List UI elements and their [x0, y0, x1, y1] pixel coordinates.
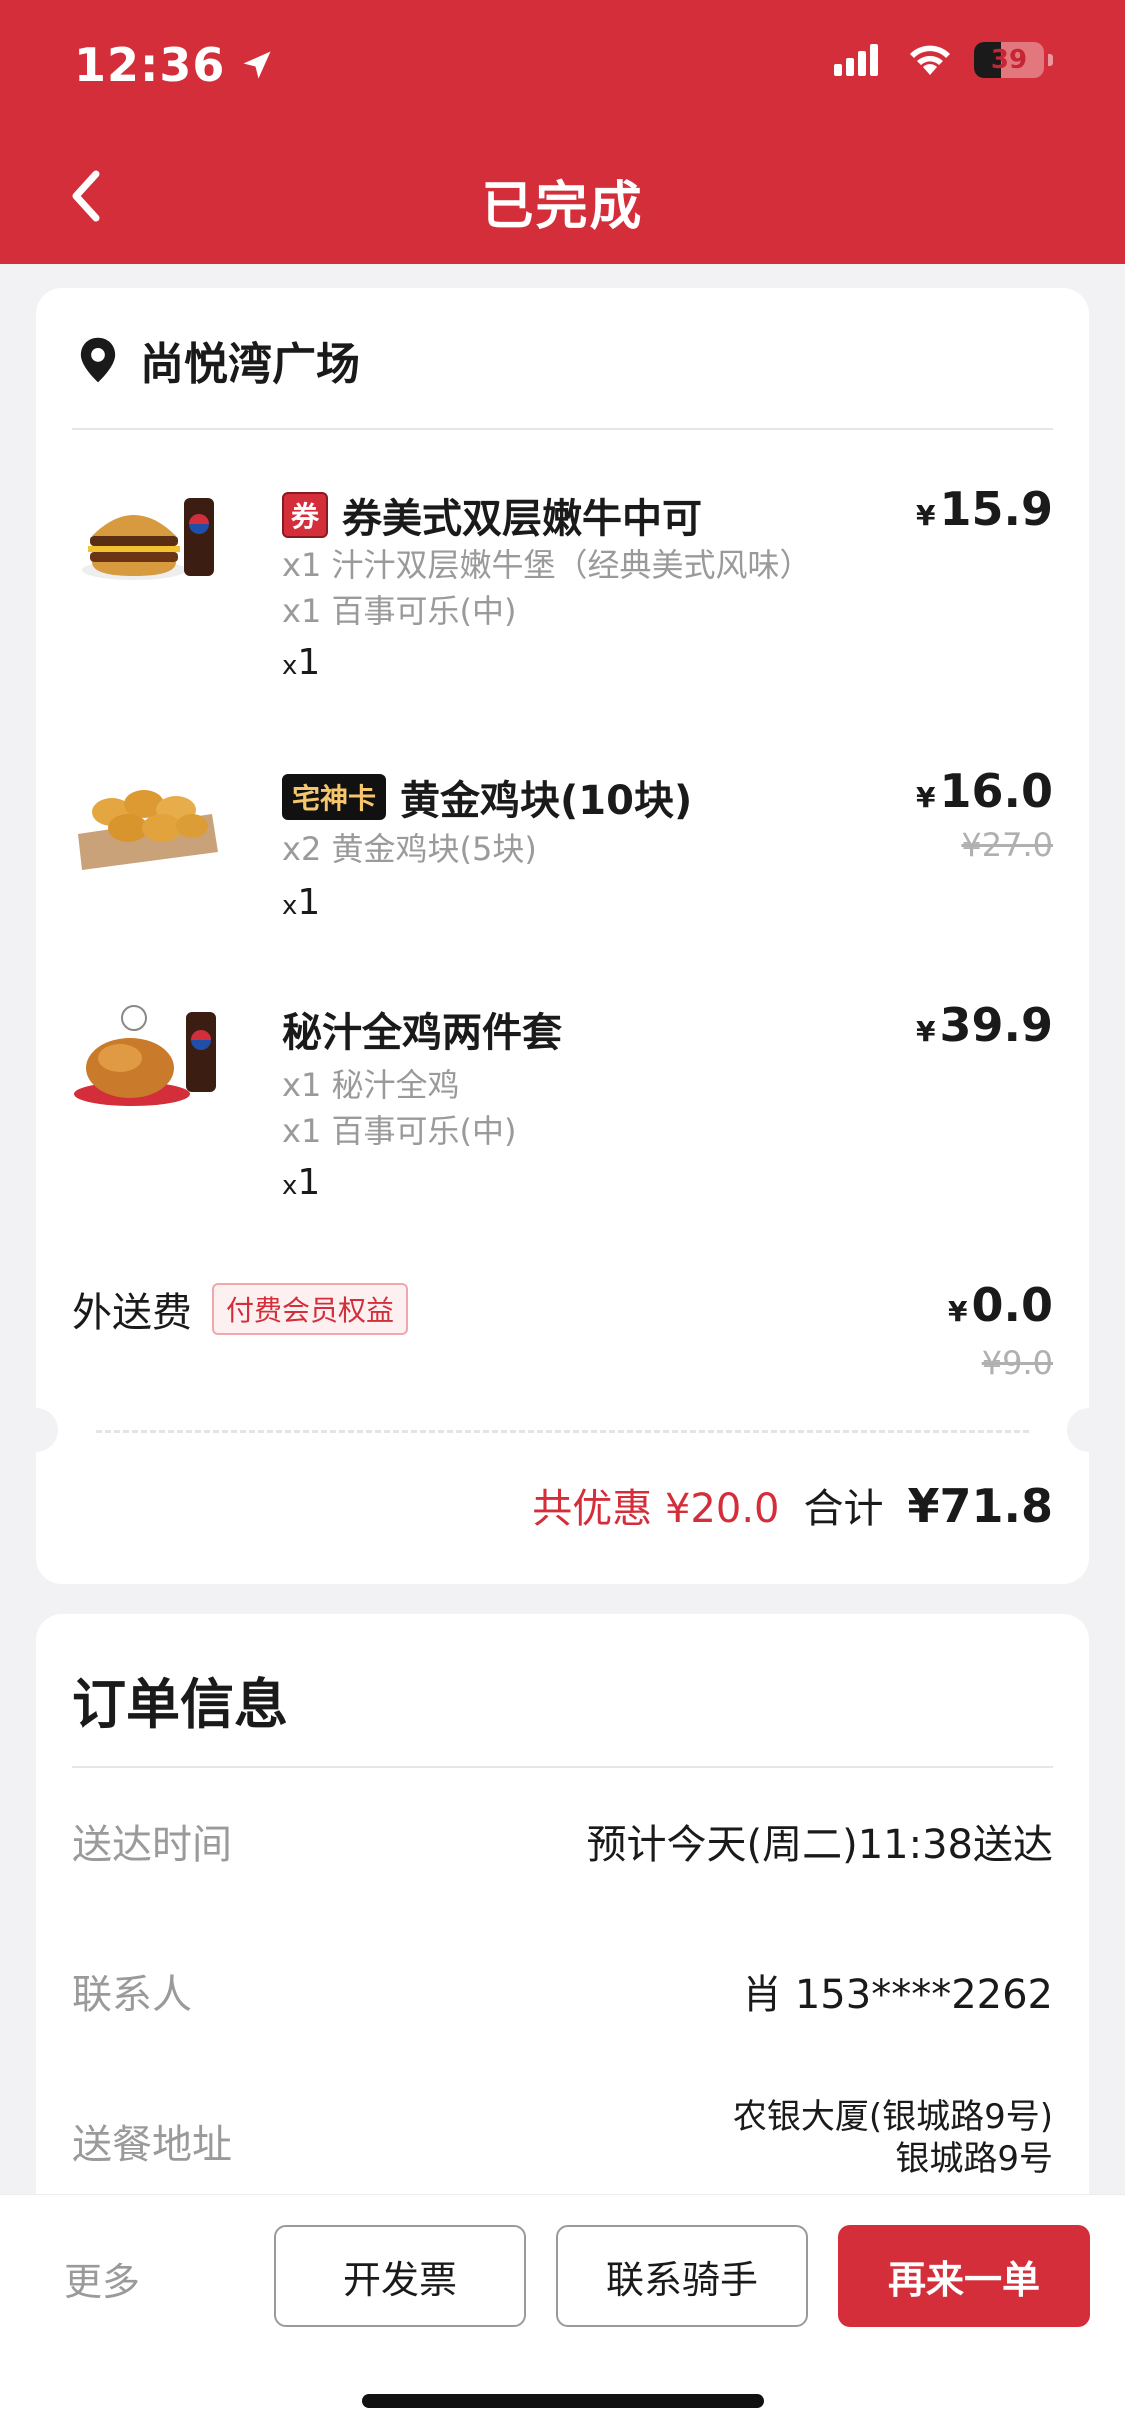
store-divider — [72, 428, 1053, 430]
item-sub: x1 汁汁双层嫩牛堡（经典美式风味） — [282, 546, 812, 584]
item-original-price: ¥27.0 — [961, 826, 1053, 864]
qty-n: 1 — [297, 882, 321, 923]
info-key: 联系人 — [72, 1972, 192, 2018]
discount-label: 共优惠 — [532, 1486, 653, 1532]
order-item: 宅神卡 黄金鸡块(10块) x2 黄金鸡块(5块) x1 ¥16.0 ¥27.0 — [72, 760, 1053, 960]
address-line-2: 银城路9号 — [895, 2139, 1053, 2179]
currency: ¥ — [916, 781, 936, 814]
item-name: 宅神卡 黄金鸡块(10块) — [282, 768, 692, 826]
item-sub: x1 百事可乐(中) — [282, 1112, 517, 1150]
total-row: 共优惠 ¥20.0 合计 ¥71.8 — [532, 1476, 1053, 1534]
status-time-text: 12:36 — [74, 38, 226, 92]
home-indicator[interactable] — [362, 2394, 764, 2408]
qty-n: 1 — [297, 1162, 321, 1203]
more-button[interactable]: 更多 — [64, 2251, 140, 2306]
info-value: 预计今天(周二)11:38送达 — [586, 1822, 1053, 1868]
signal-icon — [834, 44, 878, 76]
currency: ¥ — [948, 1295, 968, 1328]
info-value: 肖 153****2262 — [742, 1972, 1053, 2018]
reorder-button[interactable]: 再来一单 — [838, 2225, 1090, 2327]
item-quantity: x1 — [282, 1162, 320, 1203]
status-time: 12:36 — [74, 38, 275, 92]
location-arrow-icon — [243, 51, 271, 79]
item-sub: x1 百事可乐(中) — [282, 592, 517, 630]
delivery-fee-label: 外送费 — [72, 1290, 192, 1336]
item-quantity: x1 — [282, 642, 320, 683]
burger-combo-icon — [82, 498, 214, 580]
ticket-notch-right — [1067, 1408, 1111, 1452]
price-value: 39.9 — [939, 998, 1054, 1052]
info-divider — [72, 1766, 1053, 1768]
header: 12:36 39 已完成 — [0, 0, 1125, 264]
qty-x: x — [282, 1171, 298, 1201]
order-item: 券 券美式双层嫩牛中可 x1 汁汁双层嫩牛堡（经典美式风味） x1 百事可乐(中… — [72, 478, 1053, 698]
item-sub: x1 秘汁全鸡 — [282, 1066, 460, 1104]
info-key: 送达时间 — [72, 1822, 232, 1868]
price-value: 16.0 — [939, 764, 1054, 818]
location-pin-icon — [80, 337, 116, 383]
item-price: ¥15.9 — [916, 482, 1053, 536]
wifi-icon — [910, 45, 950, 75]
price-value: 0.0 — [971, 1278, 1054, 1332]
currency: ¥ — [916, 1015, 936, 1048]
whole-chicken-combo-icon — [74, 1005, 216, 1106]
member-benefit-tag: 付费会员权益 — [212, 1283, 409, 1335]
dashed-divider — [96, 1430, 1029, 1433]
info-key: 送餐地址 — [72, 2122, 232, 2168]
item-price: ¥39.9 — [916, 998, 1053, 1052]
order-card: 尚悦湾广场 券 券美式双层嫩牛中可 x1 汁汁双层嫩牛堡（经典美式风味） x1 … — [14, 288, 1111, 1584]
status-icons: 39 — [834, 42, 1053, 78]
discount-text: 共优惠 ¥20.0 — [532, 1476, 779, 1534]
price-value: 15.9 — [939, 482, 1054, 536]
item-name: 秘汁全鸡两件套 — [282, 1000, 562, 1058]
membership-card-badge: 宅神卡 — [282, 774, 387, 820]
battery-tip — [1048, 54, 1053, 66]
coupon-badge: 券 — [282, 492, 328, 538]
invoice-button[interactable]: 开发票 — [274, 2225, 526, 2327]
item-name: 券 券美式双层嫩牛中可 — [282, 486, 702, 544]
qty-x: x — [282, 651, 298, 681]
discount-value: ¥20.0 — [664, 1486, 780, 1532]
address-line-1: 农银大厦(银城路9号) — [732, 2097, 1053, 2137]
item-sub: x2 黄金鸡块(5块) — [282, 830, 537, 868]
battery-level: 39 — [990, 45, 1028, 75]
store-name: 尚悦湾广场 — [140, 339, 360, 390]
delivery-fee-price: ¥0.0 — [948, 1278, 1053, 1332]
chicken-nuggets-icon — [78, 790, 218, 870]
ticket-notch-left — [14, 1408, 58, 1452]
total-value: ¥71.8 — [907, 1479, 1053, 1533]
order-item: 秘汁全鸡两件套 x1 秘汁全鸡 x1 百事可乐(中) x1 ¥39.9 — [72, 998, 1053, 1228]
item-name-text: 黄金鸡块(10块) — [400, 778, 693, 824]
page-title: 已完成 — [481, 177, 644, 237]
info-value-address: 农银大厦(银城路9号) 银城路9号 — [733, 2096, 1053, 2180]
qty-x: x — [282, 891, 298, 921]
qty-n: 1 — [297, 642, 321, 683]
item-name-text: 秘汁全鸡两件套 — [282, 1010, 562, 1056]
item-quantity: x1 — [282, 882, 320, 923]
contact-rider-button[interactable]: 联系骑手 — [556, 2225, 808, 2327]
currency: ¥ — [916, 499, 936, 532]
store-row[interactable]: 尚悦湾广场 — [76, 328, 360, 392]
delivery-fee-original-price: ¥9.0 — [981, 1344, 1053, 1382]
battery-icon: 39 — [974, 42, 1044, 78]
item-name-text: 券美式双层嫩牛中可 — [342, 496, 702, 542]
total-label: 合计 — [803, 1486, 884, 1532]
item-price: ¥16.0 — [916, 764, 1053, 818]
order-info-title: 订单信息 — [72, 1673, 288, 1736]
delivery-fee-row: 外送费 付费会员权益 — [72, 1280, 409, 1338]
